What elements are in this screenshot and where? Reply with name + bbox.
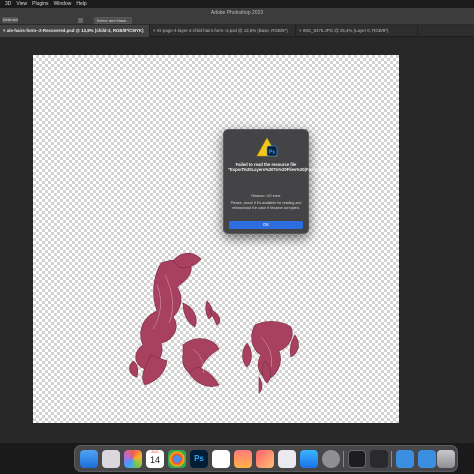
notes-icon[interactable] <box>212 450 230 468</box>
document-tab-bar: × ale-hairs-form--2-Recovered.psd @ 13,8… <box>0 25 474 37</box>
dock-separator <box>391 451 392 467</box>
chrome-icon[interactable] <box>168 450 186 468</box>
folder-icon[interactable] <box>396 450 414 468</box>
calendar-icon[interactable]: AUG 14 <box>146 450 164 468</box>
menu-plugins[interactable]: Plugins <box>32 0 48 8</box>
downloads-folder-icon[interactable] <box>418 450 436 468</box>
photoshop-icon-label: Ps <box>194 454 204 463</box>
svg-text:Ps: Ps <box>269 150 275 156</box>
artwork-hair-illustration <box>129 252 299 394</box>
warning-photoshop-icon: Ps <box>256 137 278 157</box>
preview-icon[interactable] <box>278 450 296 468</box>
tab-label: IG-page-4-layer-2-child-hairs-form--2.ps… <box>156 28 288 33</box>
music-icon[interactable] <box>234 450 252 468</box>
dialog-title: Failed to read the resource file "Export… <box>228 162 357 173</box>
dialog-reason: Reason: I/O error <box>251 194 281 198</box>
launchpad-icon[interactable] <box>102 450 120 468</box>
tab-img-8475[interactable]: × IMG_8475.JPG @ 25,4% (Layer 0, RGB/8*) <box>296 25 418 37</box>
tab-label: ale-hairs-form--2-Recovered.psd @ 13,8% … <box>6 28 144 33</box>
select-and-mask-button[interactable]: Select and Mask... <box>94 17 132 24</box>
workspace: Ps Failed to read the resource file "Exp… <box>0 38 474 443</box>
document-canvas[interactable] <box>33 55 399 423</box>
dock-separator <box>343 451 344 467</box>
tab-ig-page-4[interactable]: × IG-page-4-layer-2-child-hairs-form--2.… <box>150 25 296 37</box>
sketchbook-icon[interactable] <box>256 450 274 468</box>
menu-3d[interactable]: 3D <box>5 0 11 8</box>
sample-all-layers-checkbox[interactable] <box>78 18 83 23</box>
app-store-icon[interactable] <box>300 450 318 468</box>
options-bar: Adobe Photoshop 2023 Airbrush Select and… <box>0 8 474 25</box>
ok-button[interactable]: OK <box>229 221 303 229</box>
dialog-message: Please, check if it's available for read… <box>230 201 302 210</box>
photoshop-icon[interactable]: Ps <box>190 450 208 468</box>
photos-icon[interactable] <box>124 450 142 468</box>
tab-label: IMG_8475.JPG @ 25,4% (Layer 0, RGB/8*) <box>302 28 389 33</box>
menu-bar: 3D View Plugins Window Help <box>0 0 474 8</box>
app-title: Adobe Photoshop 2023 <box>210 10 264 16</box>
menu-window[interactable]: Window <box>54 0 72 8</box>
terminal-icon[interactable] <box>348 450 366 468</box>
tab-hairs-form-recovered[interactable]: × ale-hairs-form--2-Recovered.psd @ 13,8… <box>0 25 150 37</box>
finder-icon[interactable] <box>80 450 98 468</box>
system-settings-icon[interactable] <box>322 450 340 468</box>
calendar-day: 14 <box>149 455 160 465</box>
menu-help[interactable]: Help <box>76 0 86 8</box>
dock: AUG 14 Ps <box>74 445 458 472</box>
tool-preset-dropdown[interactable]: Airbrush <box>2 17 18 23</box>
trash-icon[interactable] <box>437 450 455 468</box>
menu-view[interactable]: View <box>16 0 27 8</box>
error-dialog: Ps Failed to read the resource file "Exp… <box>223 129 357 234</box>
window-preview-icon[interactable] <box>370 450 388 468</box>
